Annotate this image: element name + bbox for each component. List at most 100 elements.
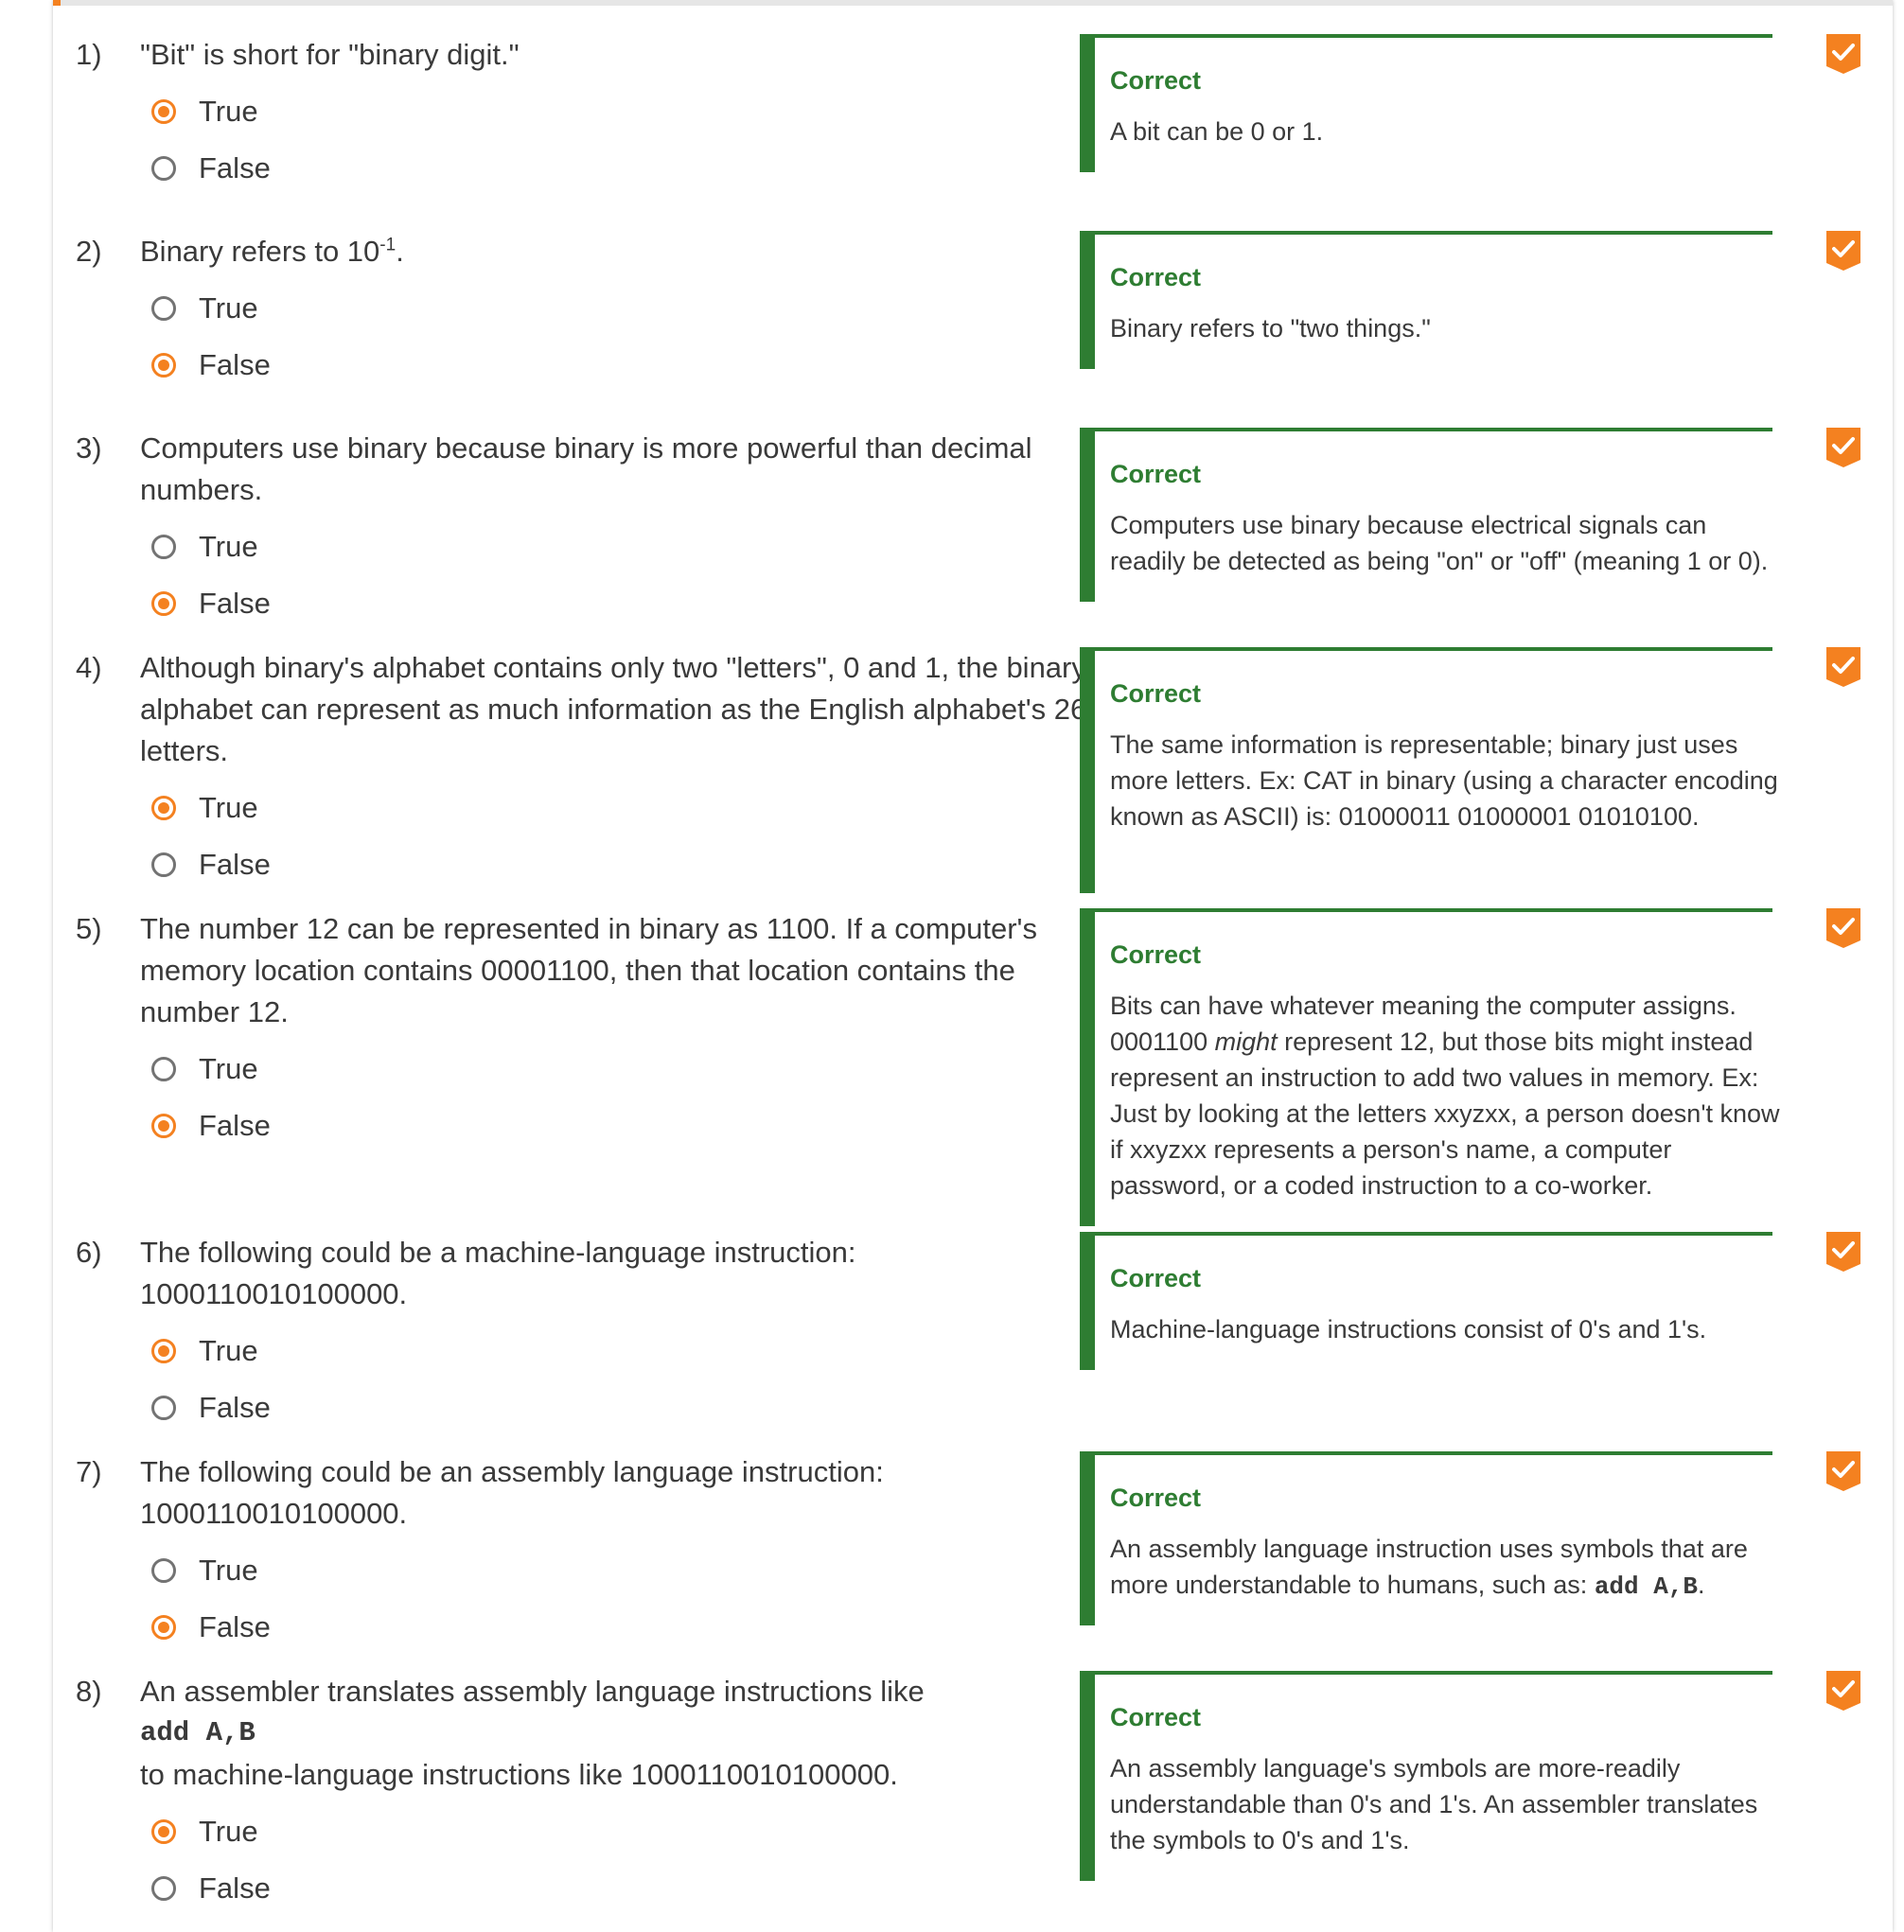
question-text: 7) The following could be an assembly la…	[76, 1451, 1088, 1530]
checkmark-badge-icon	[1826, 1451, 1860, 1491]
option-label: True	[199, 791, 258, 824]
question-number: 7)	[76, 1455, 102, 1488]
option-label: False	[199, 1109, 271, 1142]
option-label: True	[199, 1554, 258, 1587]
superscript: -1	[379, 235, 397, 255]
question-text-part: Binary refers to 10	[140, 235, 380, 268]
radio-button-icon[interactable]	[151, 1396, 176, 1420]
feedback-panel: Correct Machine-language instructions co…	[1080, 1232, 1772, 1370]
question-body: The number 12 can be represented in bina…	[140, 912, 1037, 1028]
option-false[interactable]: False	[151, 1105, 271, 1147]
question-body: Although binary's alphabet contains only…	[140, 651, 1087, 767]
question-text: 2) Binary refers to 10-1.	[76, 231, 1088, 272]
checkmark-badge-icon	[1826, 1671, 1860, 1711]
option-true[interactable]: True	[151, 1550, 258, 1591]
option-label: False	[199, 151, 271, 184]
question-text: 4) Although binary's alphabet contains o…	[76, 647, 1088, 767]
feedback-title: Correct	[1110, 1264, 1202, 1292]
option-label: False	[199, 1391, 271, 1424]
feedback-text: An assembly language instruction uses sy…	[1110, 1531, 1782, 1605]
question-body: Computers use binary because binary is m…	[140, 431, 1032, 506]
question-text-part: to machine-language instructions like 10…	[140, 1758, 898, 1791]
question-body: Binary refers to 10-1.	[140, 231, 1096, 272]
code-snippet: add A,B	[140, 1717, 256, 1748]
option-label: True	[199, 1052, 258, 1085]
question-text: 5) The number 12 can be represented in b…	[76, 908, 1088, 1028]
feedback-text-part: .	[1698, 1571, 1705, 1599]
option-label: False	[199, 848, 271, 881]
feedback-panel: Correct Computers use binary because ele…	[1080, 428, 1772, 602]
radio-button-icon[interactable]	[151, 852, 176, 877]
option-false[interactable]: False	[151, 148, 271, 189]
radio-button-icon[interactable]	[151, 591, 176, 616]
radio-button-icon[interactable]	[151, 1819, 176, 1844]
question-body: An assembler translates assembly languag…	[140, 1671, 1096, 1796]
option-label: False	[199, 1871, 271, 1905]
radio-button-icon[interactable]	[151, 296, 176, 321]
question-body: The following could be a machine-languag…	[140, 1236, 856, 1310]
option-true[interactable]: True	[151, 1811, 258, 1853]
question-body: The following could be an assembly langu…	[140, 1455, 884, 1530]
question-number: 6)	[76, 1236, 102, 1269]
top-accent	[53, 0, 61, 6]
question-number: 1)	[76, 38, 102, 71]
question-body: "Bit" is short for "binary digit."	[140, 38, 520, 71]
code-snippet: add A,B	[1594, 1572, 1699, 1601]
zybooks-participation-activity: 1) "Bit" is short for "binary digit." Tr…	[53, 0, 1893, 1932]
radio-button-icon[interactable]	[151, 99, 176, 124]
option-false[interactable]: False	[151, 344, 271, 386]
option-true[interactable]: True	[151, 91, 258, 132]
radio-button-icon[interactable]	[151, 1558, 176, 1583]
option-label: False	[199, 348, 271, 381]
option-label: True	[199, 530, 258, 563]
checkmark-badge-icon	[1826, 231, 1860, 271]
feedback-title: Correct	[1110, 1703, 1202, 1731]
option-true[interactable]: True	[151, 288, 258, 329]
feedback-panel: Correct A bit can be 0 or 1.	[1080, 34, 1772, 172]
checkmark-badge-icon	[1826, 34, 1860, 74]
top-border	[53, 0, 1893, 6]
option-false[interactable]: False	[151, 844, 271, 886]
radio-button-icon[interactable]	[151, 796, 176, 820]
radio-button-icon[interactable]	[151, 1114, 176, 1138]
checkmark-badge-icon	[1826, 1232, 1860, 1272]
question-text: 3) Computers use binary because binary i…	[76, 428, 1088, 506]
question-text-part: An assembler translates assembly languag…	[140, 1675, 925, 1708]
option-true[interactable]: True	[151, 526, 258, 568]
feedback-text: The same information is representable; b…	[1110, 730, 1778, 831]
feedback-text: Bits can have whatever meaning the compu…	[1110, 988, 1782, 1203]
option-true[interactable]: True	[151, 787, 258, 829]
question-number: 4)	[76, 651, 102, 684]
option-true[interactable]: True	[151, 1048, 258, 1090]
radio-button-icon[interactable]	[151, 1339, 176, 1363]
option-false[interactable]: False	[151, 1868, 271, 1909]
radio-button-icon[interactable]	[151, 156, 176, 181]
feedback-panel: Correct An assembly language instruction…	[1080, 1451, 1772, 1625]
checkmark-badge-icon	[1826, 428, 1860, 467]
feedback-title: Correct	[1110, 263, 1202, 291]
option-false[interactable]: False	[151, 1387, 271, 1429]
feedback-title: Correct	[1110, 940, 1202, 969]
feedback-panel: Correct Binary refers to "two things."	[1080, 231, 1772, 369]
feedback-title: Correct	[1110, 679, 1202, 708]
radio-button-icon[interactable]	[151, 1876, 176, 1901]
option-label: False	[199, 1610, 271, 1643]
emphasis: might	[1214, 1027, 1278, 1056]
question-number: 8)	[76, 1675, 102, 1708]
radio-button-icon[interactable]	[151, 1057, 176, 1081]
radio-button-icon[interactable]	[151, 353, 176, 378]
feedback-text: Binary refers to "two things."	[1110, 314, 1431, 342]
feedback-text: A bit can be 0 or 1.	[1110, 117, 1324, 146]
option-true[interactable]: True	[151, 1330, 258, 1372]
feedback-panel: Correct Bits can have whatever meaning t…	[1080, 908, 1780, 1226]
option-label: True	[199, 291, 258, 325]
radio-button-icon[interactable]	[151, 1615, 176, 1640]
option-false[interactable]: False	[151, 1607, 271, 1648]
feedback-panel: Correct An assembly language's symbols a…	[1080, 1671, 1772, 1881]
question-text: 1) "Bit" is short for "binary digit."	[76, 34, 1088, 76]
question-number: 5)	[76, 912, 102, 945]
question-text-part: .	[396, 235, 404, 268]
option-false[interactable]: False	[151, 583, 271, 624]
option-label: True	[199, 95, 258, 128]
radio-button-icon[interactable]	[151, 535, 176, 559]
